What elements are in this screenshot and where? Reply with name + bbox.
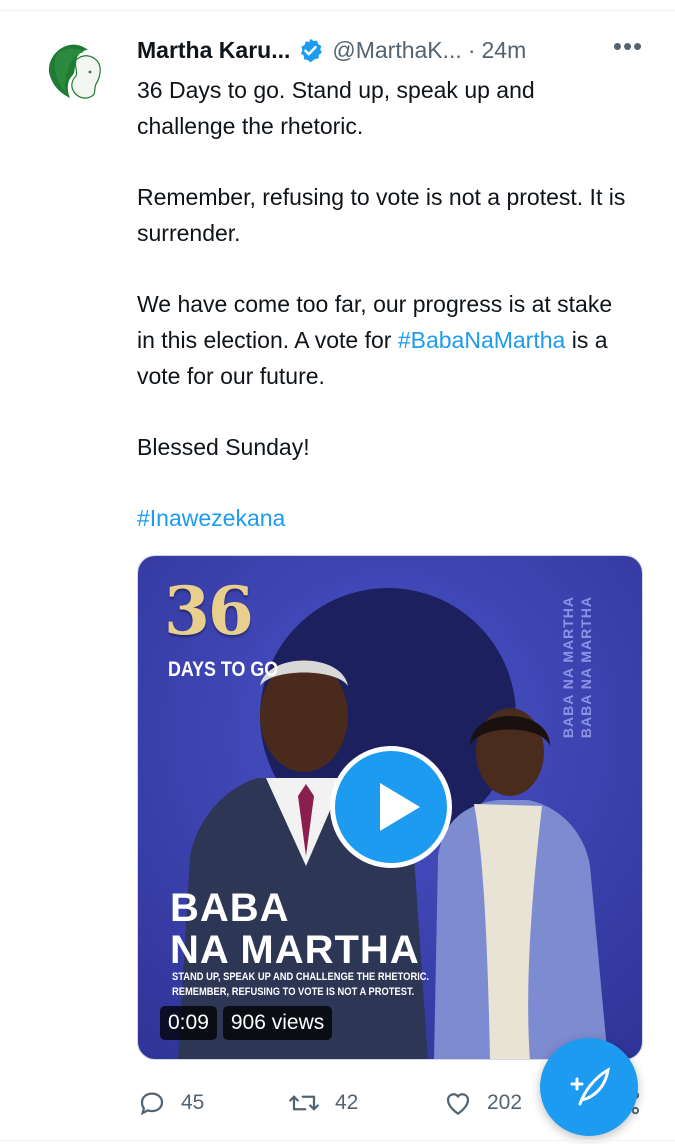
timestamp[interactable]: 24m bbox=[482, 37, 527, 64]
like-count: 202 bbox=[487, 1091, 523, 1114]
tweet-paragraph: Remember, refusing to vote is not a prot… bbox=[137, 184, 626, 246]
hashtag-link[interactable]: #Inawezekana bbox=[137, 500, 627, 536]
author-name[interactable]: Martha Karu... bbox=[137, 37, 290, 64]
separator-dot: · bbox=[467, 36, 476, 63]
vertical-text-line: BABA NA MARTHA bbox=[578, 596, 594, 739]
bottom-divider bbox=[0, 1140, 675, 1141]
days-to-go-label: DAYS TO GO bbox=[168, 658, 279, 681]
retweet-count: 42 bbox=[335, 1091, 359, 1114]
play-icon[interactable] bbox=[330, 746, 452, 868]
video-duration: 0:09 bbox=[160, 1006, 217, 1040]
video-views: 906 views bbox=[222, 1006, 333, 1040]
poster-headline: NA MARTHA bbox=[170, 928, 420, 972]
video-media[interactable]: 36 DAYS TO GO BABA NA MARTHA BABA NA MAR… bbox=[137, 555, 643, 1060]
tweet-header: Martha Karu... @MarthaK... · 24m bbox=[137, 33, 647, 67]
like-button[interactable]: 202 bbox=[443, 1085, 522, 1121]
like-icon bbox=[446, 1093, 470, 1115]
tweet-paragraph: Blessed Sunday! bbox=[137, 434, 310, 460]
tweet-paragraph: We have come too far, our progress is at… bbox=[137, 286, 627, 394]
retweet-icon bbox=[289, 1095, 319, 1111]
avatar[interactable] bbox=[36, 36, 114, 114]
verified-badge-icon bbox=[297, 37, 324, 64]
compose-tweet-icon bbox=[570, 1067, 611, 1106]
video-info: 0:09 906 views bbox=[160, 1006, 333, 1040]
tweet-paragraph: 36 Days to go. Stand up, speak up and ch… bbox=[137, 77, 535, 139]
top-divider bbox=[0, 10, 675, 11]
tweet-body: 36 Days to go. Stand up, speak up and ch… bbox=[137, 72, 627, 536]
author-handle[interactable]: @MarthaK... bbox=[332, 37, 461, 64]
vertical-text-line: BABA NA MARTHA bbox=[560, 596, 576, 739]
poster-slogan-line: STAND UP, SPEAK UP AND CHALLENGE THE RHE… bbox=[172, 971, 430, 983]
retweet-button[interactable]: 42 bbox=[287, 1085, 358, 1121]
more-options-icon[interactable]: ••• bbox=[612, 33, 644, 64]
reply-count: 45 bbox=[181, 1091, 205, 1114]
poster-headline: BABA bbox=[170, 886, 290, 930]
poster-slogan-line: REMEMBER, REFUSING TO VOTE IS NOT A PROT… bbox=[172, 986, 415, 998]
compose-tweet-button[interactable] bbox=[540, 1038, 638, 1136]
hashtag-link[interactable]: #BabaNaMartha bbox=[398, 327, 566, 353]
vertical-text: BABA NA MARTHA BABA NA MARTHA bbox=[552, 596, 594, 776]
reply-button[interactable]: 45 bbox=[137, 1085, 204, 1121]
poster-slogan: STAND UP, SPEAK UP AND CHALLENGE THE RHE… bbox=[172, 970, 429, 1000]
countdown-number: 36 bbox=[164, 572, 254, 650]
reply-icon bbox=[140, 1092, 164, 1116]
